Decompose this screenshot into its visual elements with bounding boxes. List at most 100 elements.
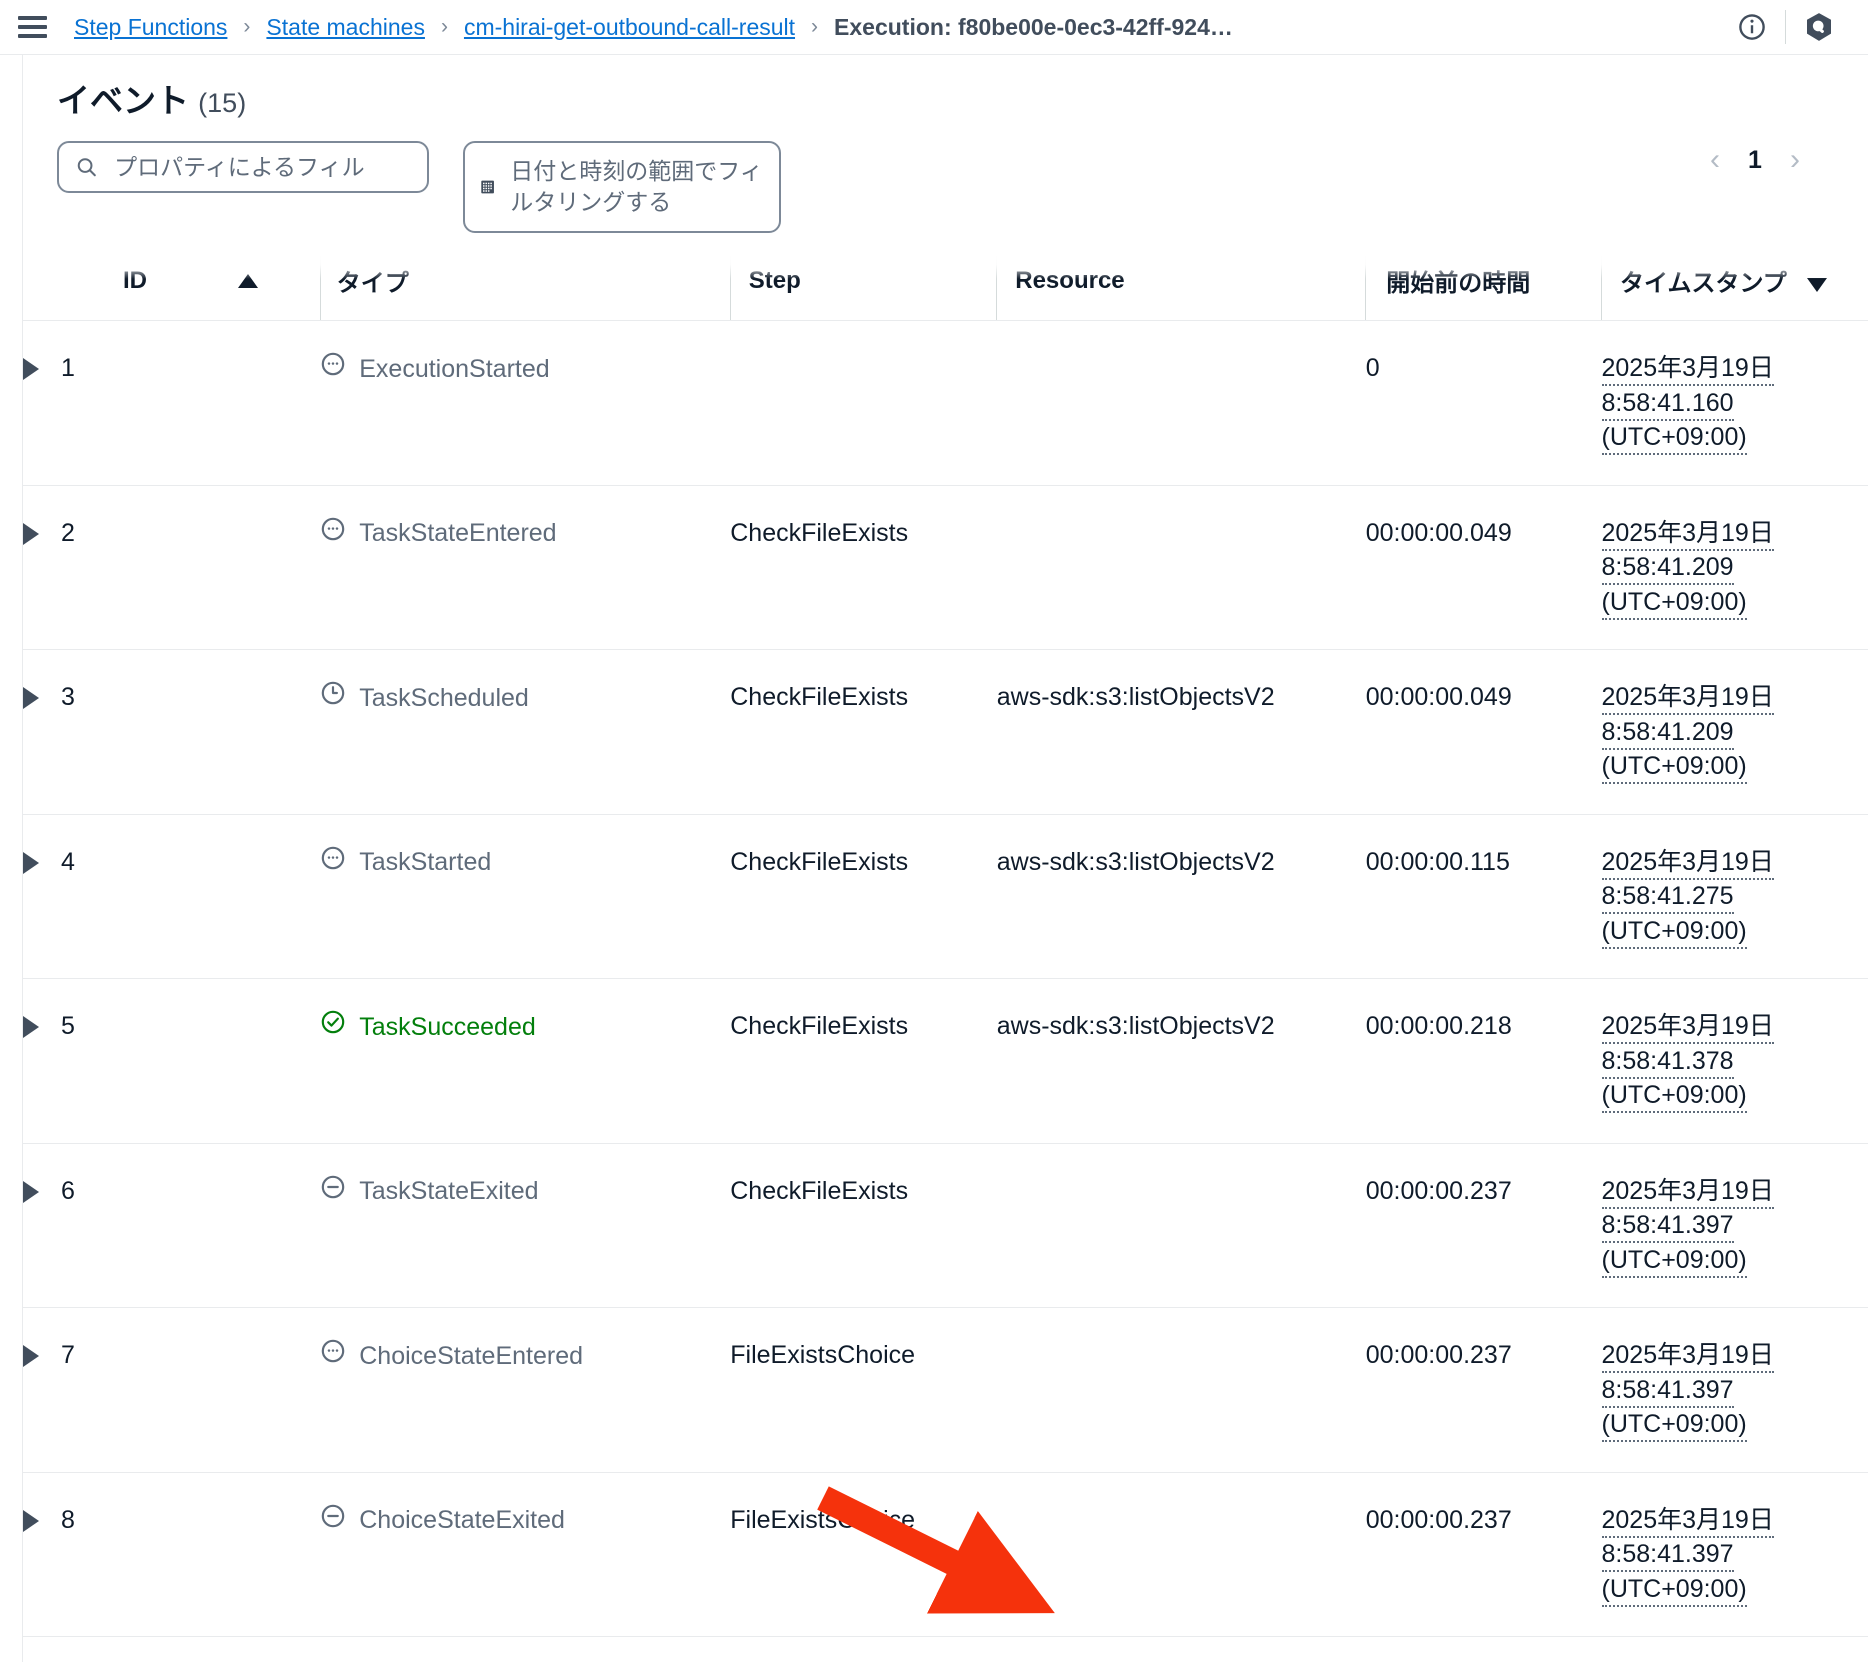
cell-timestamp: 2025年3月19日 8:58:41.378 (UTC+09:00): [1601, 978, 1868, 1144]
cell-id: 1: [23, 320, 321, 486]
expand-row-caret-icon[interactable]: [23, 358, 39, 381]
clock-circle-icon: [320, 680, 346, 716]
cell-duration: 00:00:00.049: [1365, 649, 1602, 815]
cell-timestamp: 2025年3月19日 8:58:41.275 (UTC+09:00): [1601, 814, 1868, 980]
table-row[interactable]: 5 TaskSucceeded CheckFileExists aws-sdk:s3:…: [23, 978, 1868, 1144]
event-type-label: ChoiceStateExited: [359, 1506, 565, 1535]
breadcrumb-item-step-functions[interactable]: Step Functions: [74, 14, 227, 41]
minus-circle-icon: [320, 1174, 346, 1210]
date-range-filter-button[interactable]: 日付と時刻の範囲でフィルタリングする: [463, 141, 781, 234]
timestamp-value: 2025年3月19日 8:58:41.209 (UTC+09:00): [1601, 518, 1774, 620]
cell-step: CheckFileExists: [730, 485, 997, 651]
event-type-label: ExecutionStarted: [359, 354, 550, 383]
column-header-resource[interactable]: Resource: [996, 255, 1366, 322]
cell-id: 3: [23, 649, 321, 815]
cell-resource: aws-sdk:s3:listObjectsV2: [996, 649, 1366, 815]
expand-row-caret-icon[interactable]: [23, 851, 39, 874]
expand-row-caret-icon[interactable]: [23, 1016, 39, 1039]
pagination-next-button[interactable]: ›: [1790, 145, 1800, 175]
breadcrumb-item-state-machines[interactable]: State machines: [266, 14, 425, 41]
cell-duration: 00:00:00.115: [1365, 814, 1602, 980]
breadcrumb-separator: ›: [243, 15, 251, 38]
expand-row-caret-icon[interactable]: [23, 687, 39, 710]
pagination-prev-button[interactable]: ‹: [1710, 145, 1720, 175]
event-id: 8: [61, 1505, 75, 1534]
table-row[interactable]: 7 ChoiceStateEntered FileExistsChoice 00:00…: [23, 1307, 1868, 1473]
column-header-step-label: Step: [748, 266, 801, 294]
table-row[interactable]: 9MapStateEnteredReadCSV 00:00:00.2372025年…: [23, 1636, 1868, 1662]
breadcrumb-separator: ›: [440, 15, 448, 38]
cell-type: TaskScheduled: [320, 649, 731, 815]
expand-row-caret-icon[interactable]: [23, 1509, 39, 1532]
search-input-wrapper[interactable]: [57, 141, 429, 194]
step-name: FileExistsChoice: [730, 1341, 916, 1370]
hamburger-menu-icon[interactable]: [18, 14, 48, 40]
table-row[interactable]: 2 TaskStateEntered CheckFileExists 00:00:00…: [23, 485, 1868, 651]
events-table: ID タイプ Step Resource 開始前の時間 タイムスタンプ 1 Ex…: [23, 255, 1868, 1662]
cell-resource: [996, 1143, 1366, 1309]
info-circle-icon[interactable]: [1725, 0, 1779, 54]
event-id: 6: [61, 1176, 75, 1205]
duration-value: 00:00:00.049: [1365, 518, 1512, 547]
cell-id: 5: [23, 978, 321, 1144]
sort-ascending-icon[interactable]: [237, 274, 258, 289]
events-table-header: ID タイプ Step Resource 開始前の時間 タイムスタンプ: [23, 255, 1868, 322]
events-table-wrapper: ID タイプ Step Resource 開始前の時間 タイムスタンプ 1 Ex…: [23, 255, 1868, 1662]
minus-circle-icon: [320, 1503, 346, 1539]
cell-timestamp: 2025年3月19日 8:58:41.209 (UTC+09:00): [1601, 485, 1868, 651]
pagination-page-1[interactable]: 1: [1746, 146, 1764, 175]
table-row[interactable]: 4 TaskStarted CheckFileExists aws-sdk:s3:li…: [23, 814, 1868, 980]
table-row[interactable]: 6 TaskStateExited CheckFileExists 00:00:00.…: [23, 1143, 1868, 1309]
cell-resource: [996, 1472, 1366, 1638]
expand-row-caret-icon[interactable]: [23, 522, 39, 545]
events-panel: イベント (15) プロパティによるフィル 日付と時刻の範囲でフィルタリングする…: [22, 55, 1868, 1662]
cell-duration: 00:00:00.237: [1365, 1472, 1602, 1638]
event-type-label: TaskStateExited: [359, 1177, 539, 1206]
search-input[interactable]: [112, 152, 411, 182]
dots-circle-icon: [320, 516, 346, 552]
step-name: CheckFileExists: [730, 1012, 909, 1041]
event-id: 3: [61, 683, 75, 712]
timestamp-value: 2025年3月19日 8:58:41.397 (UTC+09:00): [1601, 1341, 1774, 1443]
timestamp-value: 2025年3月19日 8:58:41.275 (UTC+09:00): [1601, 847, 1774, 949]
expand-row-caret-icon[interactable]: [23, 1345, 39, 1368]
cell-step: FileExistsChoice: [730, 1472, 997, 1638]
column-header-type-label: タイプ: [336, 270, 409, 298]
sort-descending-icon[interactable]: [1807, 277, 1828, 292]
column-header-type[interactable]: タイプ: [319, 255, 731, 322]
cell-step: [730, 320, 997, 486]
cell-duration: 00:00:00.218: [1365, 978, 1602, 1144]
dots-circle-icon: [320, 351, 346, 387]
cell-id: 6: [23, 1143, 321, 1309]
breadcrumb-item-state-machine-name[interactable]: cm-hirai-get-outbound-call-result: [464, 14, 795, 41]
filter-row: 日付と時刻の範囲でフィルタリングする ‹ 1 ›: [57, 141, 1868, 234]
cell-timestamp: 2025年3月19日 8:58:41.397 (UTC+09:00): [1601, 1472, 1868, 1638]
cell-duration: 00:00:00.237: [1365, 1143, 1602, 1309]
cell-duration: 00:00:00.237: [1365, 1307, 1602, 1473]
breadcrumb: Step Functions › State machines › cm-hir…: [74, 14, 1725, 41]
table-row[interactable]: 3 TaskScheduled CheckFileExists aws-sdk:s3:…: [23, 649, 1868, 815]
amazon-q-hexagon-icon[interactable]: [1792, 0, 1846, 54]
timestamp-value: 2025年3月19日 8:58:41.160 (UTC+09:00): [1601, 354, 1774, 456]
cell-timestamp: 2025年3月19日 8:58:41.397 (UTC+09:00): [1601, 1636, 1868, 1662]
cell-step: CheckFileExists: [730, 978, 997, 1144]
cell-resource: [996, 1307, 1366, 1473]
column-header-id-label: ID: [123, 266, 147, 294]
event-id: 2: [61, 518, 75, 547]
table-header-row: ID タイプ Step Resource 開始前の時間 タイムスタンプ: [23, 255, 1868, 322]
date-range-filter-label: 日付と時刻の範囲でフィルタリングする: [510, 158, 763, 216]
event-type-label: TaskScheduled: [359, 683, 529, 712]
column-header-duration[interactable]: 開始前の時間: [1365, 255, 1602, 322]
step-name: CheckFileExists: [730, 518, 909, 547]
cell-type: TaskStateEntered: [320, 485, 731, 651]
expand-row-caret-icon[interactable]: [23, 1180, 39, 1203]
calendar-icon: [481, 180, 494, 194]
table-row[interactable]: 1 ExecutionStarted 0 2025年3月19日 8:58:41.160…: [23, 320, 1868, 486]
column-header-id[interactable]: ID: [23, 255, 321, 322]
cell-id: 9: [23, 1636, 321, 1662]
table-row[interactable]: 8 ChoiceStateExited FileExistsChoice 00:00:…: [23, 1472, 1868, 1638]
column-header-step[interactable]: Step: [729, 255, 997, 322]
timestamp-value: 2025年3月19日 8:58:41.397 (UTC+09:00): [1601, 1505, 1774, 1607]
column-header-timestamp[interactable]: タイムスタンプ: [1601, 255, 1868, 322]
duration-value: 00:00:00.049: [1365, 683, 1512, 712]
